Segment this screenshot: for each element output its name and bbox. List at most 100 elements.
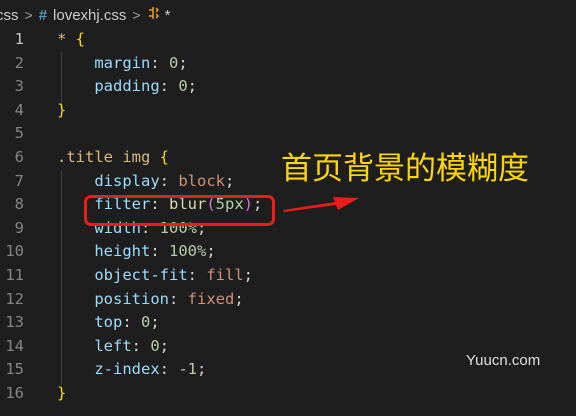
code-token: -1 (178, 360, 197, 379)
annotation-label: 首页背景的模糊度 (281, 151, 529, 187)
code-token: : (122, 313, 141, 332)
line-number: 3 (14, 77, 24, 96)
code-token: margin (94, 53, 151, 72)
code-token: object-fit (94, 265, 188, 284)
code-token: } (57, 100, 67, 119)
code-token: { (75, 30, 86, 48)
code-text: position: fixed; (57, 288, 244, 312)
code-token: ; (187, 77, 198, 96)
code-line[interactable]: 16} (0, 382, 576, 406)
breadcrumb: css > # lovexhj.css > * (0, 0, 576, 30)
code-token: z-index (94, 360, 160, 379)
code-text: padding: 0; (57, 75, 197, 99)
line-number: 4 (14, 100, 24, 119)
code-token: : (187, 265, 207, 284)
code-token: : (168, 289, 188, 308)
code-token: .title img (57, 147, 160, 166)
code-text: .title img { (57, 146, 169, 170)
breadcrumb-symbol[interactable]: * (165, 7, 171, 24)
code-line[interactable]: 2 margin: 0; (0, 52, 576, 76)
highlight-box (84, 195, 275, 226)
code-line[interactable]: 12 position: fixed; (0, 288, 576, 312)
code-text: height: 100%; (57, 240, 216, 264)
code-token: ; (234, 289, 244, 308)
code-line[interactable]: 1 * { (0, 28, 576, 52)
code-token: block (178, 171, 225, 190)
code-token: fixed (187, 289, 235, 308)
code-line[interactable]: 3 padding: 0; (0, 75, 576, 99)
code-token: : (150, 53, 169, 72)
line-number: 1 (14, 30, 24, 48)
code-token: 100% (169, 242, 207, 261)
watermark: Yuucn.com (466, 352, 541, 369)
code-token: { (159, 147, 169, 166)
code-text: z-index: -1; (57, 358, 206, 382)
code-token: : (131, 336, 151, 355)
line-number: 16 (5, 383, 24, 402)
code-text: top: 0; (57, 311, 160, 335)
code-token: position (94, 289, 169, 308)
code-token: ; (197, 360, 207, 379)
line-number: 8 (14, 195, 24, 214)
code-text: } (57, 382, 66, 406)
code-token: * (57, 30, 76, 48)
code-text: } (57, 99, 66, 123)
code-line[interactable]: 11 object-fit: fill; (0, 264, 576, 288)
code-token: fill (206, 265, 244, 284)
chevron-right-icon: > (24, 7, 33, 23)
code-token: : (159, 77, 179, 96)
code-token: height (94, 242, 151, 261)
breadcrumb-folder[interactable]: css (0, 7, 19, 24)
code-token: left (94, 336, 132, 355)
line-number: 11 (5, 265, 24, 284)
code-token: ; (206, 242, 216, 261)
code-token: : (159, 171, 179, 190)
line-number: 5 (14, 124, 24, 143)
code-text: display: block; (57, 170, 234, 194)
line-number: 6 (14, 147, 24, 166)
code-token: 0 (150, 336, 160, 355)
code-token: 0 (141, 313, 151, 332)
arrow-icon (283, 197, 359, 212)
chevron-right-icon: > (132, 7, 141, 23)
code-token: : (150, 242, 169, 261)
code-text: margin: 0; (57, 52, 188, 76)
code-token: display (94, 171, 160, 190)
breadcrumb-file[interactable]: lovexhj.css (53, 7, 126, 24)
code-text: object-fit: fill; (57, 264, 253, 288)
selector-icon (147, 5, 163, 25)
code-token: : (159, 360, 179, 379)
line-number: 2 (14, 53, 24, 72)
code-token: ; (225, 171, 235, 190)
code-token: padding (94, 77, 160, 96)
code-token: ; (150, 313, 160, 332)
code-token: 0 (178, 77, 188, 96)
css-file-icon: # (38, 6, 48, 24)
code-token: ; (178, 53, 188, 72)
code-text: * { (57, 28, 85, 52)
code-token: top (94, 313, 123, 332)
code-token: } (57, 383, 67, 402)
line-number: 15 (5, 360, 24, 379)
code-text: left: 0; (57, 335, 169, 359)
line-number: 7 (14, 171, 24, 190)
line-number: 9 (14, 218, 24, 237)
line-number: 12 (5, 289, 24, 308)
code-line[interactable]: 4} (0, 99, 576, 123)
code-line[interactable]: 13 top: 0; (0, 311, 576, 335)
line-number: 10 (5, 242, 24, 261)
code-token: 0 (169, 53, 179, 72)
code-line[interactable]: 10 height: 100%; (0, 240, 576, 264)
code-token: ; (159, 336, 170, 355)
code-token: ; (243, 265, 253, 284)
line-number: 14 (5, 336, 24, 355)
